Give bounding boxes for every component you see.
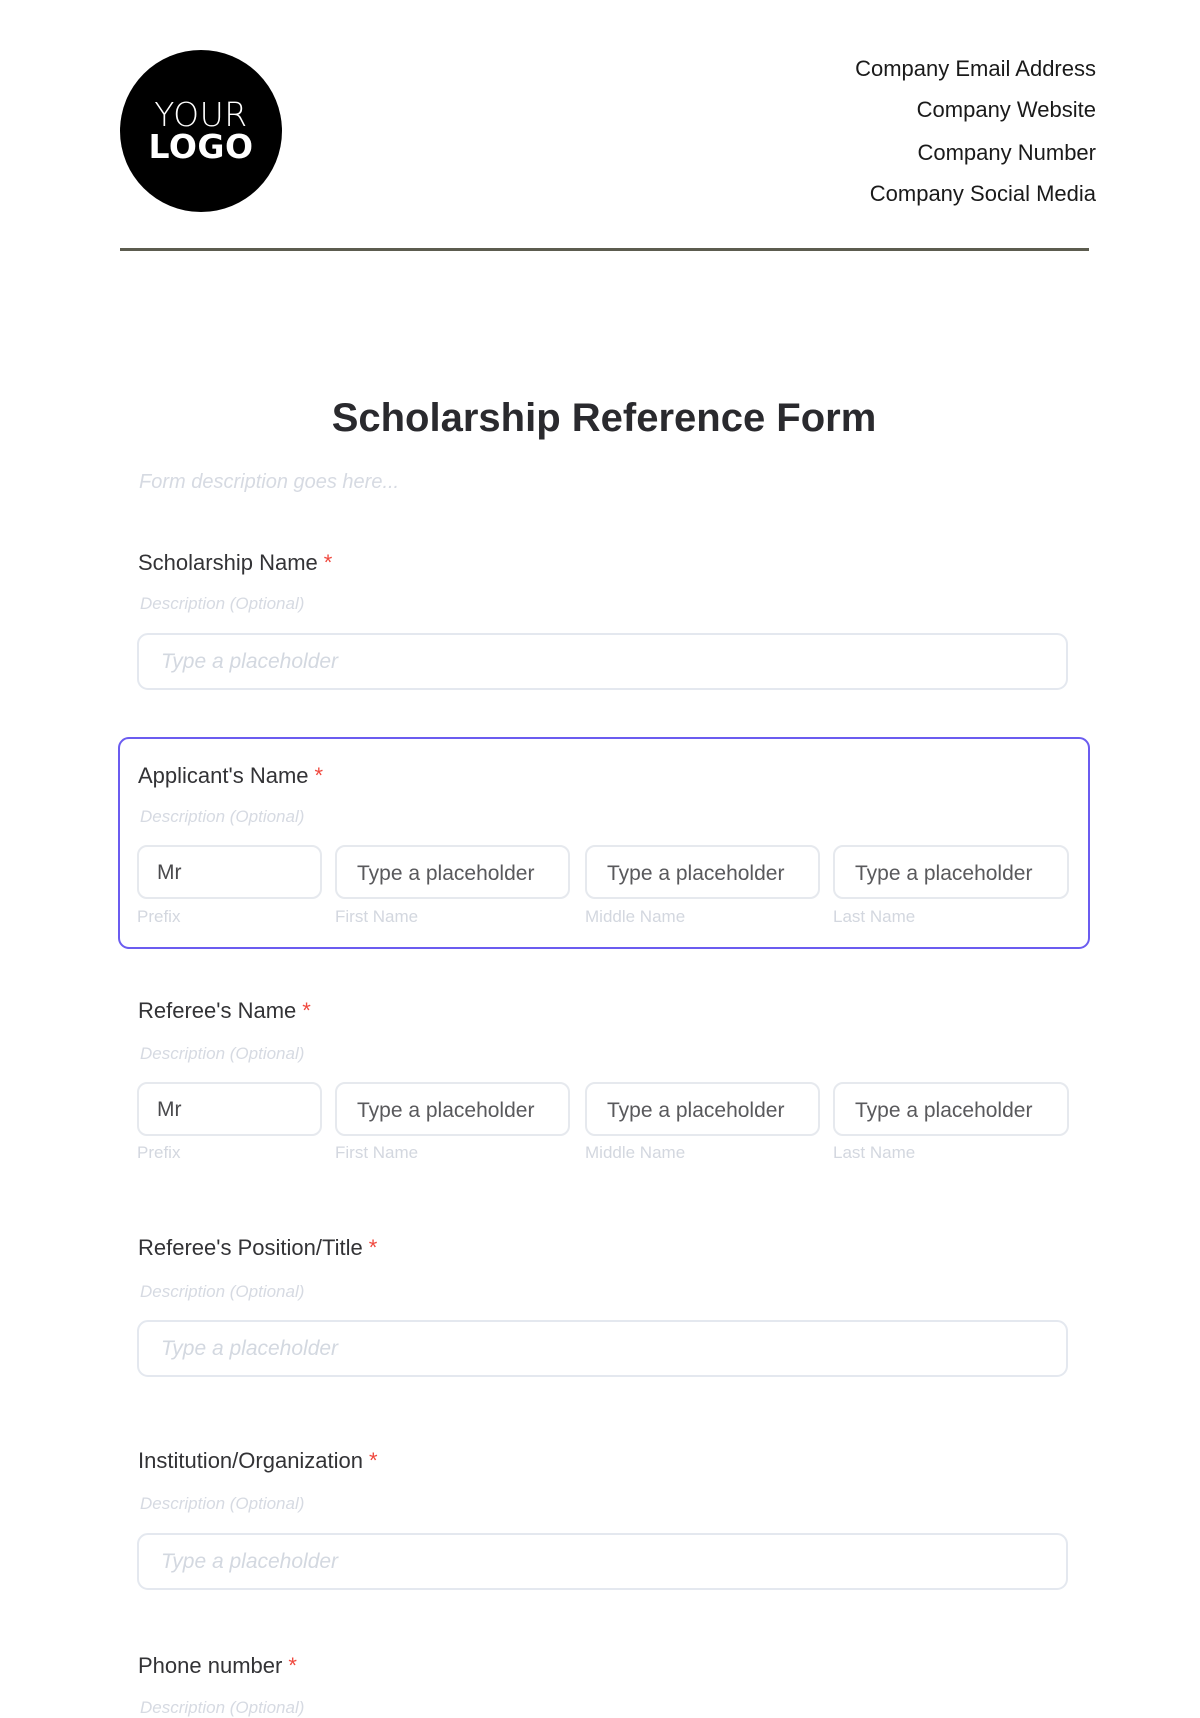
referee-last-name-input[interactable]: Type a placeholder bbox=[833, 1082, 1069, 1136]
referee-position-input[interactable]: Type a placeholder bbox=[137, 1320, 1068, 1377]
field-label-text: Scholarship Name bbox=[138, 550, 318, 575]
input-placeholder: Type a placeholder bbox=[607, 1099, 785, 1122]
form-title[interactable]: Scholarship Reference Form bbox=[0, 396, 1200, 440]
field-description[interactable]: Description (Optional) bbox=[140, 1698, 304, 1718]
field-description[interactable]: Description (Optional) bbox=[140, 807, 304, 827]
referee-first-name-input[interactable]: Type a placeholder bbox=[335, 1082, 570, 1136]
field-label-text: Institution/Organization bbox=[138, 1448, 364, 1473]
input-placeholder: Type a placeholder bbox=[161, 1550, 339, 1573]
company-number: Company Number bbox=[917, 140, 1096, 165]
required-asterisk: * bbox=[314, 763, 324, 788]
input-placeholder: Type a placeholder bbox=[855, 862, 1033, 885]
input-placeholder: Type a placeholder bbox=[161, 1337, 339, 1360]
company-email: Company Email Address bbox=[855, 56, 1096, 81]
sublabel-last-name: Last Name bbox=[833, 907, 916, 926]
field-label-referee-name[interactable]: Referee's Name * bbox=[138, 998, 311, 1024]
required-asterisk: * bbox=[369, 1448, 378, 1473]
input-value: Mr bbox=[157, 1098, 182, 1121]
required-asterisk: * bbox=[302, 998, 311, 1023]
field-label-applicant-name[interactable]: Applicant's Name * bbox=[138, 763, 323, 789]
field-description[interactable]: Description (Optional) bbox=[140, 1494, 304, 1514]
sublabel-last-name: Last Name bbox=[833, 1143, 916, 1162]
applicant-last-name-input[interactable]: Type a placeholder bbox=[833, 845, 1069, 899]
field-label-scholarship-name[interactable]: Scholarship Name * bbox=[138, 550, 332, 576]
company-social-media: Company Social Media bbox=[869, 181, 1096, 206]
input-placeholder: Type a placeholder bbox=[357, 1099, 535, 1122]
sublabel-middle-name: Middle Name bbox=[585, 907, 686, 926]
input-placeholder: Type a placeholder bbox=[357, 862, 535, 885]
required-asterisk: * bbox=[323, 550, 333, 575]
institution-input[interactable]: Type a placeholder bbox=[137, 1533, 1068, 1590]
company-website: Company Website bbox=[916, 97, 1096, 122]
field-label-phone-number[interactable]: Phone number * bbox=[138, 1653, 297, 1679]
input-value: Mr bbox=[157, 861, 182, 884]
field-label-referee-position[interactable]: Referee's Position/Title * bbox=[138, 1235, 377, 1261]
input-placeholder: Type a placeholder bbox=[855, 1099, 1033, 1122]
field-description[interactable]: Description (Optional) bbox=[140, 1044, 304, 1064]
sublabel-prefix: Prefix bbox=[137, 1143, 181, 1162]
field-label-institution[interactable]: Institution/Organization * bbox=[138, 1448, 378, 1474]
applicant-first-name-input[interactable]: Type a placeholder bbox=[335, 845, 570, 899]
field-label-text: Referee's Name bbox=[138, 998, 297, 1023]
input-placeholder: Type a placeholder bbox=[607, 862, 785, 885]
required-asterisk: * bbox=[368, 1235, 378, 1260]
logo-line-2: LOGO bbox=[148, 127, 254, 166]
header-divider bbox=[120, 248, 1089, 251]
field-label-text: Applicant's Name bbox=[138, 763, 309, 788]
input-placeholder: Type a placeholder bbox=[161, 650, 339, 673]
applicant-prefix-input[interactable]: Mr bbox=[137, 845, 322, 899]
sublabel-prefix: Prefix bbox=[137, 907, 181, 926]
field-description[interactable]: Description (Optional) bbox=[140, 594, 304, 614]
field-label-text: Phone number bbox=[138, 1653, 283, 1678]
referee-middle-name-input[interactable]: Type a placeholder bbox=[585, 1082, 820, 1136]
referee-prefix-input[interactable]: Mr bbox=[137, 1082, 322, 1136]
applicant-middle-name-input[interactable]: Type a placeholder bbox=[585, 845, 820, 899]
field-label-text: Referee's Position/Title bbox=[138, 1235, 363, 1260]
sublabel-middle-name: Middle Name bbox=[585, 1143, 686, 1162]
field-description[interactable]: Description (Optional) bbox=[140, 1282, 304, 1302]
form-description[interactable]: Form description goes here... bbox=[139, 470, 399, 494]
scholarship-name-input[interactable]: Type a placeholder bbox=[137, 633, 1068, 690]
company-logo: YOUR LOGO bbox=[120, 50, 282, 212]
sublabel-first-name: First Name bbox=[335, 1143, 419, 1162]
sublabel-first-name: First Name bbox=[335, 907, 419, 926]
required-asterisk: * bbox=[288, 1653, 297, 1678]
